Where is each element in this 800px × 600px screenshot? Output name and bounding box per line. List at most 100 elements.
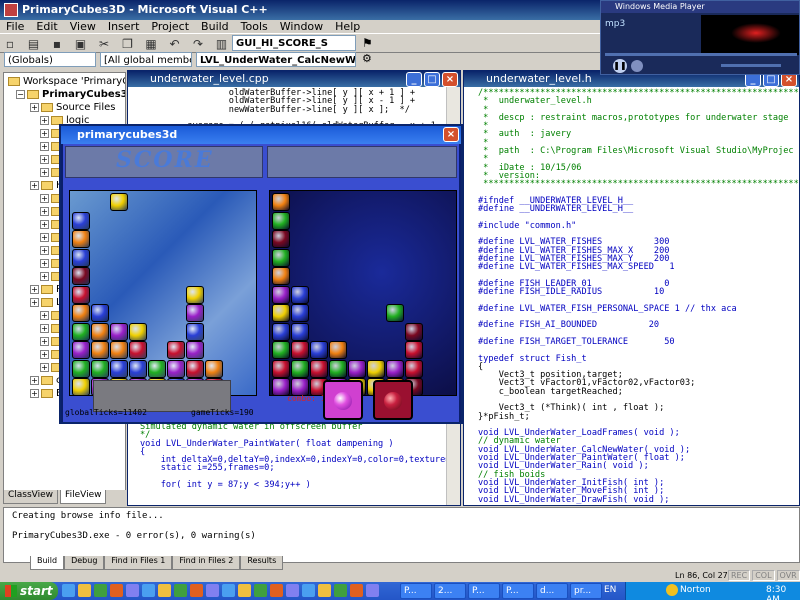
expand-icon[interactable]: + <box>30 297 39 307</box>
ql-app-icon[interactable] <box>110 584 123 597</box>
ql-app10-icon[interactable] <box>254 584 267 597</box>
expand-icon[interactable]: + <box>40 349 49 359</box>
output-tab-find-in-files-1[interactable]: Find in Files 1 <box>104 556 173 570</box>
expand-icon[interactable]: + <box>30 180 39 190</box>
tree-project[interactable]: − PrimaryCubes3D files <box>8 89 125 102</box>
undo-icon[interactable]: ↶ <box>166 35 184 53</box>
task-button[interactable]: pr... <box>570 583 602 599</box>
expand-icon[interactable]: + <box>40 167 49 177</box>
volume-slider[interactable] <box>721 64 781 67</box>
tab-classview[interactable]: ClassView <box>3 490 59 504</box>
task-button[interactable]: P... <box>400 583 432 599</box>
expand-icon[interactable]: + <box>40 128 49 138</box>
expand-icon[interactable]: + <box>40 271 49 281</box>
ql-app11-icon[interactable] <box>270 584 283 597</box>
menu-help[interactable]: Help <box>329 18 366 34</box>
menu-project[interactable]: Project <box>145 18 195 34</box>
tab-fileview[interactable]: FileView <box>60 490 107 504</box>
expand-icon[interactable]: + <box>30 388 39 398</box>
expand-icon[interactable]: + <box>40 245 49 255</box>
expand-icon[interactable]: + <box>40 141 49 151</box>
workspace-icon[interactable]: ▥ <box>213 35 231 53</box>
ql-app3-icon[interactable] <box>142 584 155 597</box>
output-tab-build[interactable]: Build <box>30 556 65 570</box>
save-icon[interactable]: ▪ <box>48 35 66 53</box>
ql-app4-icon[interactable] <box>158 584 171 597</box>
find-in-files-icon[interactable]: ⚑ <box>362 35 378 51</box>
menu-build[interactable]: Build <box>195 18 235 34</box>
wizard-action-icon[interactable]: ⚙ <box>362 52 378 67</box>
members-combo[interactable]: [All global members] <box>100 52 192 67</box>
editor-right-code[interactable]: /***************************************… <box>478 89 799 505</box>
output-tab-results[interactable]: Results <box>240 556 284 570</box>
save-all-icon[interactable]: ▣ <box>72 35 90 53</box>
expand-icon[interactable]: + <box>40 232 49 242</box>
ql-app17-icon[interactable] <box>366 584 379 597</box>
function-combo[interactable]: LVL_UnderWater_CalcNewWater <box>196 52 356 67</box>
redo-icon[interactable]: ↷ <box>189 35 207 53</box>
close-icon[interactable]: × <box>442 72 458 87</box>
expand-icon[interactable]: + <box>40 362 49 372</box>
ql-app14-icon[interactable] <box>318 584 331 597</box>
expand-icon[interactable]: + <box>40 323 49 333</box>
copy-icon[interactable]: ❐ <box>119 35 137 53</box>
task-button[interactable]: d... <box>536 583 568 599</box>
seek-bar[interactable] <box>605 53 797 56</box>
play-pause-icon[interactable]: ❚❚ <box>613 59 627 73</box>
ql-app8-icon[interactable] <box>222 584 235 597</box>
find-combo[interactable]: GUI_HI_SCORE_S <box>232 35 356 51</box>
expand-icon[interactable]: + <box>40 336 49 346</box>
output-tab-debug[interactable]: Debug <box>64 556 105 570</box>
tree-workspace-root[interactable]: Workspace 'PrimaryCubes3D' <box>8 76 125 89</box>
ql-browser-icon[interactable] <box>62 584 75 597</box>
ql-app2-icon[interactable] <box>126 584 139 597</box>
ql-app6-icon[interactable] <box>190 584 203 597</box>
ql-app16-icon[interactable] <box>350 584 363 597</box>
maximize-icon[interactable]: □ <box>424 72 440 87</box>
norton-label[interactable]: Norton <box>680 585 711 595</box>
ql-app12-icon[interactable] <box>286 584 299 597</box>
close-icon[interactable]: × <box>443 127 459 142</box>
expand-icon[interactable]: + <box>40 219 49 229</box>
menu-edit[interactable]: Edit <box>30 18 63 34</box>
expand-icon[interactable]: + <box>40 193 49 203</box>
menu-file[interactable]: File <box>0 18 30 34</box>
task-button[interactable]: 2... <box>434 583 466 599</box>
ql-app5-icon[interactable] <box>174 584 187 597</box>
tree-item[interactable]: + Source Files <box>8 102 125 115</box>
paste-icon[interactable]: ▦ <box>142 35 160 53</box>
ql-app9-icon[interactable] <box>238 584 251 597</box>
new-file-icon[interactable]: ▫ <box>1 35 19 53</box>
cut-icon[interactable]: ✂ <box>95 35 113 53</box>
stop-icon[interactable] <box>631 60 643 72</box>
menu-tools[interactable]: Tools <box>235 18 274 34</box>
ql-media-icon[interactable] <box>94 584 107 597</box>
expand-icon[interactable]: + <box>40 310 49 320</box>
ql-app15-icon[interactable] <box>334 584 347 597</box>
output-tab-find-in-files-2[interactable]: Find in Files 2 <box>172 556 241 570</box>
menu-view[interactable]: View <box>64 18 102 34</box>
task-button[interactable]: P... <box>502 583 534 599</box>
expand-icon[interactable]: + <box>40 258 49 268</box>
language-indicator[interactable]: EN <box>604 585 616 595</box>
editor-left-code-bottom[interactable]: Simulated dynamic water in offscreen buf… <box>140 423 456 490</box>
task-button[interactable]: P... <box>468 583 500 599</box>
class-combo[interactable]: (Globals) <box>4 52 96 67</box>
expand-icon[interactable]: + <box>30 102 39 112</box>
expand-icon[interactable]: + <box>30 375 39 385</box>
clock[interactable]: 8:30 AM <box>766 585 800 600</box>
game-canvas[interactable]: SCORE globalTicks=11402 gameTicks=190 co… <box>63 144 459 422</box>
expand-icon[interactable]: + <box>40 154 49 164</box>
ql-desktop-icon[interactable] <box>78 584 91 597</box>
expand-icon[interactable]: + <box>40 206 49 216</box>
norton-icon[interactable] <box>666 584 678 596</box>
board-left[interactable] <box>69 190 257 396</box>
menu-insert[interactable]: Insert <box>102 18 146 34</box>
minimize-icon[interactable]: _ <box>406 72 422 87</box>
open-folder-icon[interactable]: ▤ <box>25 35 43 53</box>
collapse-icon[interactable]: − <box>16 89 25 99</box>
expand-icon[interactable]: + <box>40 115 49 125</box>
ql-app7-icon[interactable] <box>206 584 219 597</box>
expand-icon[interactable]: + <box>30 284 39 294</box>
menu-window[interactable]: Window <box>274 18 329 34</box>
